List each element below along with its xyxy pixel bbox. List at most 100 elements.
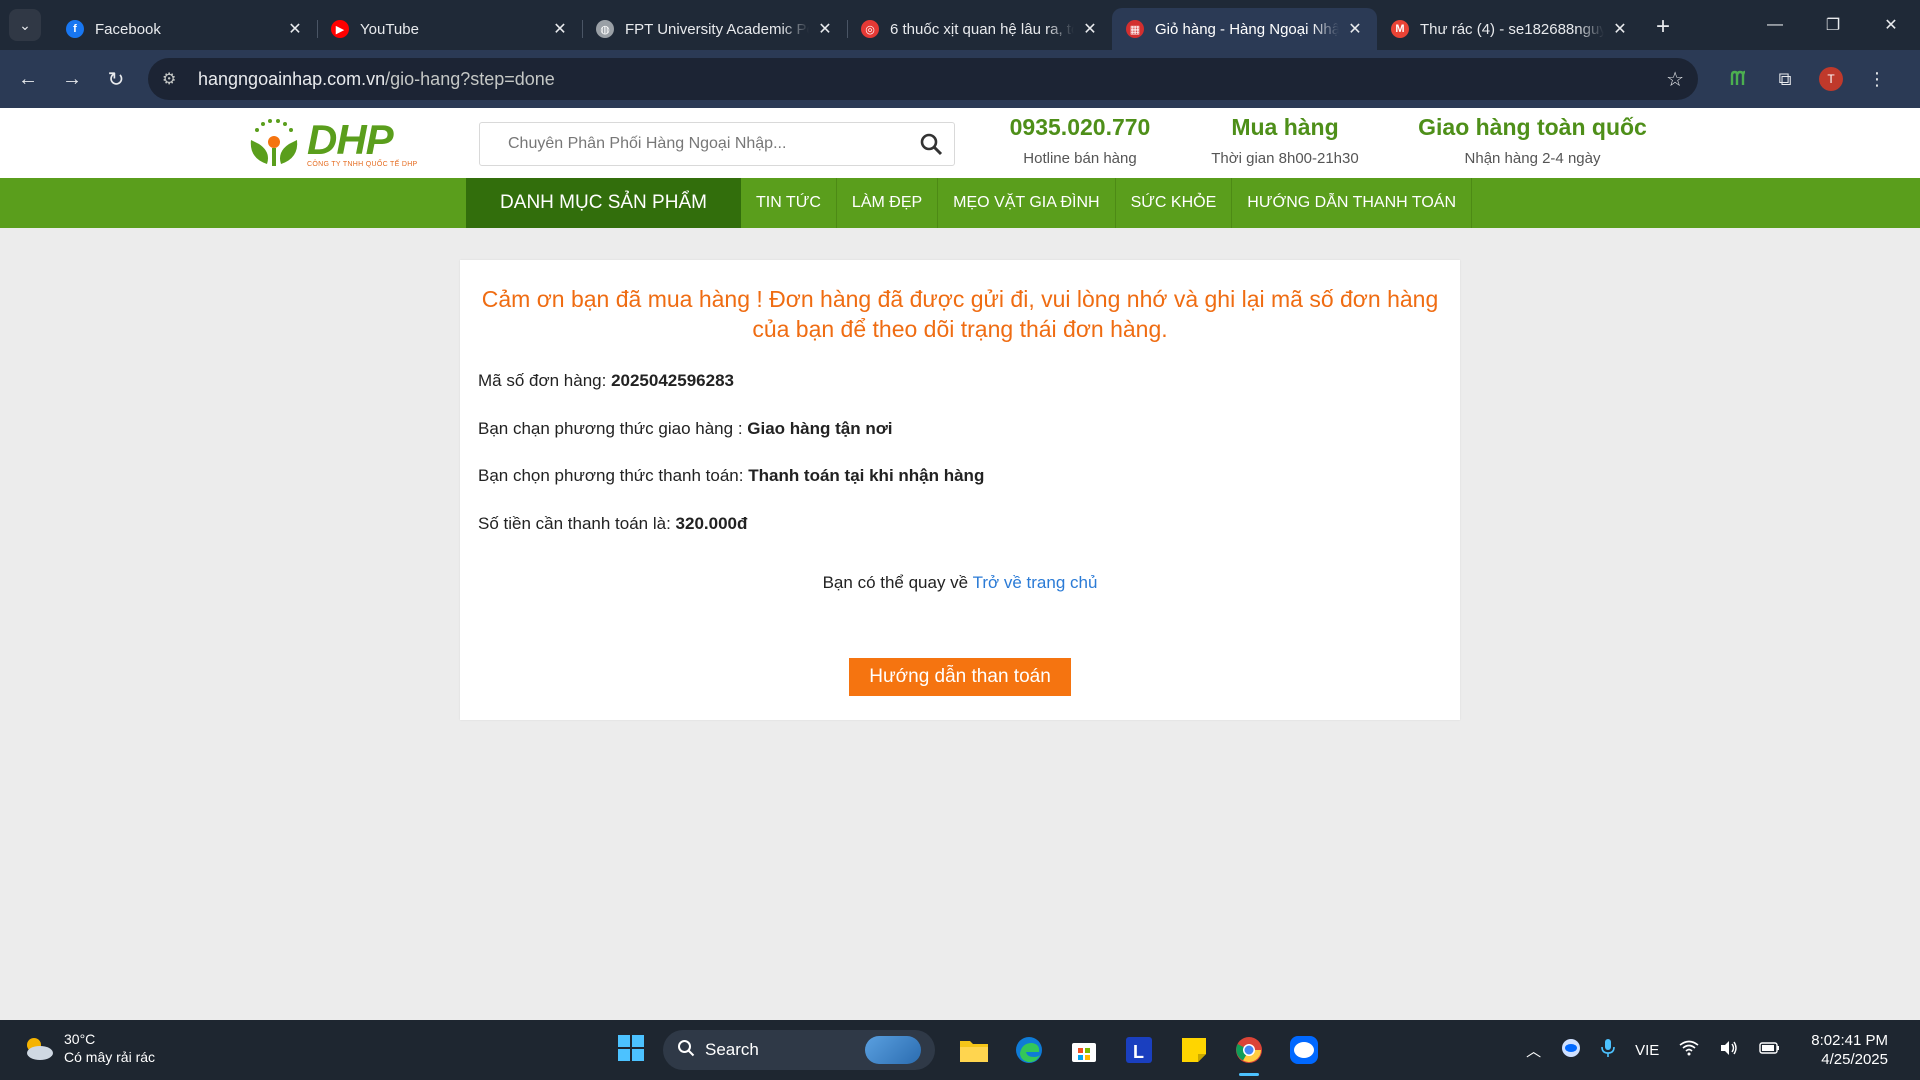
tab-title: YouTube <box>360 20 419 38</box>
thank-you-message: Cảm ơn bạn đã mua hàng ! Đơn hàng đã đượ… <box>481 286 1439 342</box>
payment-method-line: Bạn chọn phương thức thanh toán: Thanh t… <box>478 466 984 486</box>
new-tab-button[interactable]: + <box>1656 13 1670 41</box>
chevron-up-icon[interactable]: ︿ <box>1526 1040 1541 1061</box>
payment-method-value: Thanh toán tại khi nhận hàng <box>748 466 985 485</box>
menu-item-home-tips[interactable]: MẸO VẶT GIA ĐÌNH <box>938 178 1116 228</box>
tab-close-icon[interactable]: ✕ <box>1345 19 1365 39</box>
tab-list: f Facebook ✕ ▶ YouTube ✕ ◍ FPT University Acade… <box>52 0 1642 50</box>
tab-title: FPT University Academic Portal <box>625 20 809 38</box>
taskbar-search[interactable]: Search <box>663 1030 935 1070</box>
payment-method-label: Bạn chọn phương thức thanh toán: <box>478 466 749 485</box>
language-indicator[interactable]: VIE <box>1635 1042 1659 1059</box>
tab-close-icon[interactable]: ✕ <box>1610 19 1630 39</box>
buy-title: Mua hàng <box>1231 114 1339 140</box>
close-window-button[interactable]: ✕ <box>1862 0 1920 50</box>
site-icon: ◎ <box>861 20 879 38</box>
volume-icon[interactable] <box>1719 1040 1739 1060</box>
address-bar[interactable]: ⚙ hangngoainhap.com.vn/gio-hang?step=don… <box>148 58 1698 100</box>
browser-tab[interactable]: f Facebook ✕ <box>52 8 317 50</box>
windows-icon <box>617 1034 645 1067</box>
browser-toolbar: ← → ↻ ⚙ hangngoainhap.com.vn/gio-hang?st… <box>0 50 1920 108</box>
browser-tab[interactable]: ◍ FPT University Academic Portal ✕ <box>582 8 847 50</box>
tab-title: Giỏ hàng - Hàng Ngoại Nhập <box>1155 20 1339 38</box>
system-clock[interactable]: 8:02:41 PM 4/25/2025 <box>1801 1031 1898 1069</box>
hotline-number[interactable]: 0935.020.770 <box>990 114 1170 141</box>
weather-widget[interactable]: 30°C Có mây rải rác <box>20 1030 155 1066</box>
back-home-link[interactable]: Trở về trang chủ <box>973 573 1098 592</box>
back-home-line: Bạn có thể quay về Trở về trang chủ <box>460 573 1460 593</box>
amount-line: Số tiền cần thanh toán là: 320.000đ <box>478 514 747 534</box>
extensions-puzzle-icon[interactable]: ⧉ <box>1762 57 1808 101</box>
search-icon <box>677 1039 695 1062</box>
minimize-button[interactable]: — <box>1746 0 1804 50</box>
edge-icon[interactable] <box>1006 1028 1052 1072</box>
order-code-line: Mã số đơn hàng: 2025042596283 <box>478 371 734 391</box>
amount-label: Số tiền cần thanh toán là: <box>478 514 676 533</box>
site-logo[interactable]: DHP CÔNG TY TNHH QUỐC TẾ DHP <box>245 114 430 172</box>
tab-search-button[interactable]: ⌄ <box>9 9 41 41</box>
clock-time: 8:02:41 PM <box>1811 1032 1888 1049</box>
extension-icon[interactable] <box>1716 57 1762 101</box>
browser-tab[interactable]: ▦ Giỏ hàng - Hàng Ngoại Nhập ✕ <box>1112 8 1377 50</box>
browser-tab[interactable]: ◎ 6 thuốc xịt quan hệ lâu ra, tốt nhất ✕ <box>847 8 1112 50</box>
clock-date: 4/25/2025 <box>1821 1051 1888 1068</box>
menu-item-news[interactable]: TIN TỨC <box>741 178 837 228</box>
shipping-method-label: Bạn chạn phương thức giao hàng : <box>478 419 748 438</box>
leaf-logo-icon <box>245 114 303 172</box>
wifi-icon[interactable] <box>1679 1040 1699 1060</box>
menu-item-health[interactable]: SỨC KHỎE <box>1116 178 1233 228</box>
menu-item-payment-guide[interactable]: HƯỚNG DẪN THANH TOÁN <box>1232 178 1473 228</box>
svg-text:L: L <box>1133 1042 1144 1062</box>
menu-item-beauty[interactable]: LÀM ĐẸP <box>837 178 939 228</box>
browser-tab-strip: ⌄ f Facebook ✕ ▶ YouTube ✕ ◍ FPT University Aca… <box>0 0 1920 50</box>
more-menu-icon[interactable]: ⋮ <box>1854 57 1900 101</box>
bookmark-star-icon[interactable]: ☆ <box>1666 67 1684 92</box>
amount-value: 320.000đ <box>675 514 748 533</box>
weather-temperature: 30°C <box>64 1031 96 1047</box>
site-info-icon[interactable]: ⚙ <box>162 69 186 89</box>
tab-close-icon[interactable]: ✕ <box>1080 19 1100 39</box>
l-app-icon[interactable]: L <box>1116 1028 1162 1072</box>
site-search <box>479 122 955 166</box>
microphone-icon[interactable] <box>1601 1038 1615 1062</box>
search-highlight-icon <box>865 1036 921 1064</box>
zalo-tray-icon[interactable] <box>1561 1038 1581 1062</box>
order-code-value: 2025042596283 <box>611 371 734 390</box>
url-host: hangngoainhap.com.vn <box>198 68 386 89</box>
facebook-icon: f <box>66 20 84 38</box>
tab-close-icon[interactable]: ✕ <box>550 19 570 39</box>
back-home-text: Bạn có thể quay về <box>822 573 973 592</box>
zalo-icon[interactable] <box>1281 1028 1327 1072</box>
product-category-menu[interactable]: DANH MỤC SẢN PHẨM <box>466 178 741 228</box>
taskbar-search-label: Search <box>705 1040 759 1059</box>
battery-icon[interactable] <box>1759 1041 1781 1059</box>
toolbar-actions: ⧉ T ⋮ <box>1716 57 1900 101</box>
store-icon: ▦ <box>1126 20 1144 38</box>
file-explorer-icon[interactable] <box>951 1028 997 1072</box>
tab-close-icon[interactable]: ✕ <box>815 19 835 39</box>
globe-icon: ◍ <box>596 20 614 38</box>
store-icon[interactable] <box>1061 1028 1107 1072</box>
sticky-notes-icon[interactable] <box>1171 1028 1217 1072</box>
taskbar-apps: Search L <box>608 1028 1336 1076</box>
profile-avatar[interactable]: T <box>1819 67 1843 91</box>
search-input[interactable] <box>508 135 908 153</box>
youtube-icon: ▶ <box>331 20 349 38</box>
browser-tab[interactable]: ▶ YouTube ✕ <box>317 8 582 50</box>
reload-button[interactable]: ↻ <box>94 57 138 101</box>
forward-button[interactable]: → <box>50 57 94 101</box>
payment-guide-button[interactable]: Hướng dẫn than toán <box>849 658 1071 696</box>
restore-button[interactable]: ❐ <box>1804 0 1862 50</box>
window-controls: — ❐ ✕ <box>1746 0 1920 50</box>
arrow-right-icon: → <box>62 67 82 90</box>
chrome-icon[interactable] <box>1226 1028 1272 1076</box>
search-icon[interactable] <box>908 132 954 156</box>
start-button[interactable] <box>608 1028 654 1072</box>
url-text[interactable]: hangngoainhap.com.vn/gio-hang?step=done <box>198 69 1666 90</box>
buy-info: Mua hàng Thời gian 8h00-21h30 <box>1190 114 1380 167</box>
arrow-left-icon: ← <box>18 67 38 90</box>
back-button[interactable]: ← <box>6 57 50 101</box>
windows-taskbar: 30°C Có mây rải rác Search L ︿ VIE 8:02:… <box>0 1020 1920 1080</box>
tab-close-icon[interactable]: ✕ <box>285 19 305 39</box>
browser-tab[interactable]: M Thư rác (4) - se182688nguyen ✕ <box>1377 8 1642 50</box>
